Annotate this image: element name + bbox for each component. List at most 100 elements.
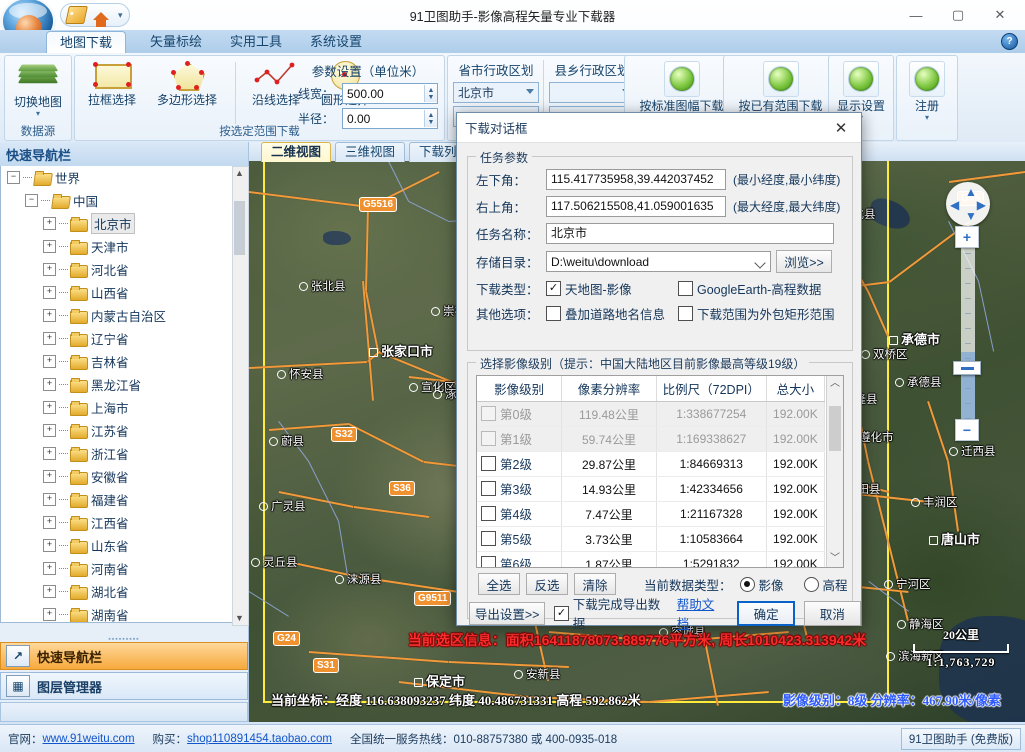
top-right-input[interactable] (546, 196, 726, 217)
tab-tools[interactable]: 实用工具 (216, 31, 296, 53)
task-name-input[interactable] (546, 223, 834, 244)
level-cell[interactable]: 第4级 (477, 502, 562, 527)
ok-button[interactable]: 确定 (737, 601, 794, 626)
expand-icon[interactable]: + (43, 263, 56, 276)
tree-node-19[interactable]: +湖南省 (1, 603, 233, 623)
level-cell[interactable]: 第2级 (477, 452, 562, 477)
expand-icon[interactable]: + (43, 516, 56, 529)
zoom-out-button[interactable]: − (955, 419, 979, 441)
pan-right-icon[interactable]: ▶ (977, 198, 986, 212)
scroll-down-icon[interactable]: ﹀ (827, 551, 843, 567)
minimize-button[interactable]: — (895, 3, 937, 27)
table-row[interactable]: 第2级29.87公里1:84669313192.00K (477, 452, 825, 477)
line-width-stepper[interactable]: ▲▼ (342, 83, 438, 104)
level-cell[interactable]: 第0级 (477, 402, 562, 427)
radio-image-type[interactable]: 影像 (740, 575, 784, 594)
table-row[interactable]: 第3级14.93公里1:42334656192.00K (477, 477, 825, 502)
buy-link[interactable]: shop110891454.taobao.com (187, 733, 332, 745)
checkbox-level-2[interactable]: 第2级 (481, 454, 532, 473)
tree-scrollbar[interactable]: ▲ ▼ (232, 166, 249, 626)
tree-node-1[interactable]: −中国 (1, 189, 233, 212)
tab-vector-draw[interactable]: 矢量标绘 (136, 31, 216, 53)
pan-up-icon[interactable]: ▲ (965, 185, 977, 199)
help-icon[interactable]: ? (1001, 33, 1018, 50)
tree-node-2[interactable]: +北京市 (1, 212, 233, 235)
tree-node-16[interactable]: +山东省 (1, 534, 233, 557)
image-levels-grid[interactable]: 影像级别像素分辨率比例尺（72DPI）总大小第0级119.48公里1:33867… (476, 375, 844, 568)
province-combo[interactable]: 北京市 (453, 82, 539, 103)
maximize-button[interactable]: ▢ (937, 3, 979, 27)
county-combo[interactable] (549, 82, 635, 103)
chevron-down-icon[interactable]: ▾ (897, 114, 957, 122)
tree-node-8[interactable]: +吉林省 (1, 350, 233, 373)
tree-node-14[interactable]: +福建省 (1, 488, 233, 511)
checkbox-level-4[interactable]: 第4级 (481, 504, 532, 523)
download-dialog[interactable]: 下载对话框 ✕ 任务参数 左下角： (最小经度,最小纬度) 右上角： (最大经度… (456, 112, 862, 626)
checkbox-bounding-rect[interactable]: 下载范围为外包矩形范围 (678, 304, 835, 323)
checkbox-level-3[interactable]: 第3级 (481, 479, 532, 498)
checkbox-overlay-roads[interactable]: 叠加道路地名信息 (546, 304, 678, 323)
expand-icon[interactable]: + (43, 378, 56, 391)
zoom-slider-track[interactable] (961, 232, 975, 432)
dialog-close-button[interactable]: ✕ (821, 113, 861, 142)
expand-icon[interactable]: + (43, 447, 56, 460)
expand-icon[interactable]: + (43, 332, 56, 345)
select-all-button[interactable]: 全选 (478, 573, 520, 595)
bottom-left-input[interactable] (546, 169, 726, 190)
level-cell[interactable]: 第5级 (477, 527, 562, 552)
tree-node-9[interactable]: +黑龙江省 (1, 373, 233, 396)
tree-node-18[interactable]: +湖北省 (1, 580, 233, 603)
scroll-up-icon[interactable]: ︿ (827, 376, 843, 392)
tree-node-4[interactable]: +河北省 (1, 258, 233, 281)
expand-icon[interactable]: + (43, 562, 56, 575)
tree-scroll-thumb[interactable] (234, 201, 245, 255)
tree-node-7[interactable]: +辽宁省 (1, 327, 233, 350)
expand-icon[interactable]: + (43, 608, 56, 621)
expand-icon[interactable]: + (43, 493, 56, 506)
expand-icon[interactable]: + (43, 539, 56, 552)
tree-node-10[interactable]: +上海市 (1, 396, 233, 419)
zoom-slider-handle[interactable] (953, 361, 981, 375)
radio-elevation-type[interactable]: 高程 (804, 575, 848, 594)
tree-node-0[interactable]: −世界 (1, 166, 233, 189)
line-width-input[interactable] (343, 84, 424, 103)
checkbox-level-6[interactable]: 第6级 (481, 554, 532, 568)
expand-icon[interactable]: + (43, 355, 56, 368)
grid-scrollbar[interactable]: ︿ ﹀ (826, 376, 843, 567)
expand-icon[interactable]: + (43, 217, 56, 230)
zoom-in-button[interactable]: + (955, 226, 979, 248)
cancel-button[interactable]: 取消 (804, 601, 861, 626)
expand-icon[interactable]: + (43, 401, 56, 414)
checkbox-level-0[interactable]: 第0级 (481, 404, 532, 423)
browse-button[interactable]: 浏览>> (776, 250, 832, 273)
table-row[interactable]: 第6级1.87公里1:5291832192.00K (477, 552, 825, 569)
expand-icon[interactable]: + (43, 424, 56, 437)
pan-down-icon[interactable]: ▼ (965, 209, 977, 223)
clear-selection-button[interactable]: 清除 (574, 573, 616, 595)
tree-node-15[interactable]: +江西省 (1, 511, 233, 534)
scroll-up-icon[interactable]: ▲ (233, 167, 246, 180)
tree-node-6[interactable]: +内蒙古自治区 (1, 304, 233, 327)
map-pan-control[interactable]: ▲ ◀ ▶ ▼ (946, 182, 990, 226)
column-header-0[interactable]: 影像级别 (477, 376, 562, 402)
expand-icon[interactable]: + (43, 470, 56, 483)
official-site-link[interactable]: www.91weitu.com (43, 733, 135, 745)
checkbox-level-5[interactable]: 第5级 (481, 529, 532, 548)
panel-quick-nav[interactable]: ↗ 快速导航栏 (0, 642, 248, 670)
collapse-icon[interactable]: − (25, 194, 38, 207)
tab-settings[interactable]: 系统设置 (296, 31, 376, 53)
panel-layer-manager[interactable]: ▦ 图层管理器 (0, 672, 248, 700)
checkbox-level-1[interactable]: 第1级 (481, 429, 532, 448)
scroll-down-icon[interactable]: ▼ (233, 612, 246, 625)
grid-scroll-thumb[interactable] (829, 406, 841, 451)
checkbox-export-on-finish[interactable]: ✓ 下载完成导出数据 (554, 594, 667, 632)
invert-selection-button[interactable]: 反选 (526, 573, 568, 595)
tree-node-11[interactable]: +江苏省 (1, 419, 233, 442)
tab-3d-view[interactable]: 三维视图 (335, 142, 405, 162)
level-cell[interactable]: 第3级 (477, 477, 562, 502)
column-header-3[interactable]: 总大小 (766, 376, 824, 402)
polygon-select-button[interactable]: 多边形选择 (147, 60, 227, 108)
expand-icon[interactable]: + (43, 585, 56, 598)
expand-icon[interactable]: + (43, 286, 56, 299)
line-width-spin-buttons[interactable]: ▲▼ (424, 85, 437, 102)
